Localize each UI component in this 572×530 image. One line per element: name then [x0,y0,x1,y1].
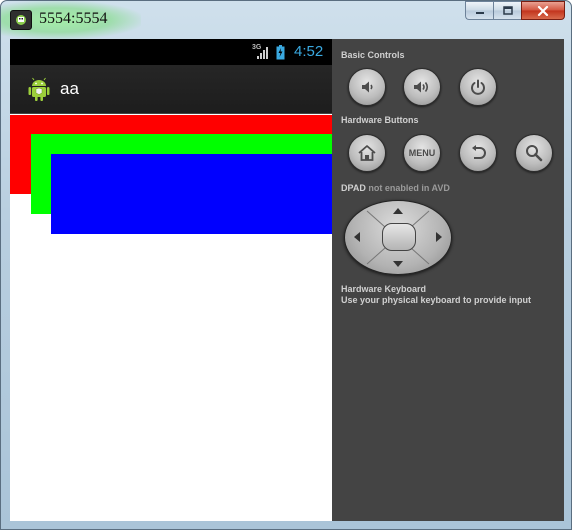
power-button[interactable] [459,68,497,106]
phone-screen[interactable]: 3G 4:52 aa [10,39,332,521]
dpad-center-button[interactable] [382,223,416,251]
search-icon [526,145,543,162]
dpad-label: DPAD not enabled in AVD [341,183,450,193]
close-button[interactable] [521,1,565,20]
minimize-button[interactable] [465,1,493,20]
dpad-title: DPAD [341,183,366,193]
search-button[interactable] [515,134,553,172]
emulator-app-icon [10,10,32,30]
volume-up-icon [414,81,429,93]
maximize-button[interactable] [493,1,521,20]
volume-down-button[interactable] [348,68,386,106]
dpad-left-icon[interactable] [353,231,361,243]
emulator-window: 5554:5554 3G 4:52 aa Basic Controls Hard… [0,0,572,530]
app-title: aa [60,79,79,98]
android-icon [28,77,50,101]
dpad[interactable] [344,200,452,275]
signal-icon [257,47,268,59]
basic-controls-label: Basic Controls [341,50,405,60]
home-icon [358,145,376,161]
hardware-buttons-label: Hardware Buttons [341,115,419,125]
menu-button[interactable]: MENU [403,134,441,172]
window-title: 5554:5554 [39,10,108,27]
title-bar[interactable]: 5554:5554 [1,1,571,39]
status-bar: 3G 4:52 [10,39,332,65]
caption-buttons [465,1,565,27]
emulator-control-panel: Basic Controls Hardware Buttons MENU DPA… [332,39,564,521]
volume-down-icon [362,81,373,93]
dpad-up-icon[interactable] [392,207,404,215]
keyboard-note: Use your physical keyboard to provide in… [341,295,532,305]
dpad-right-icon[interactable] [435,231,443,243]
dpad-down-icon[interactable] [392,260,404,268]
back-icon [472,145,486,159]
dpad-note: not enabled in AVD [368,183,450,193]
back-button[interactable] [459,134,497,172]
battery-icon [276,45,285,60]
blue-rectangle [51,154,332,234]
close-icon [537,5,549,16]
action-bar: aa [10,65,332,114]
maximize-icon [502,6,513,15]
keyboard-title: Hardware Keyboard [341,284,427,294]
minimize-icon [475,11,484,14]
status-time: 4:52 [294,43,324,60]
volume-up-button[interactable] [403,68,441,106]
power-icon [471,79,485,95]
home-button[interactable] [348,134,386,172]
menu-button-label: MENU [408,148,436,158]
